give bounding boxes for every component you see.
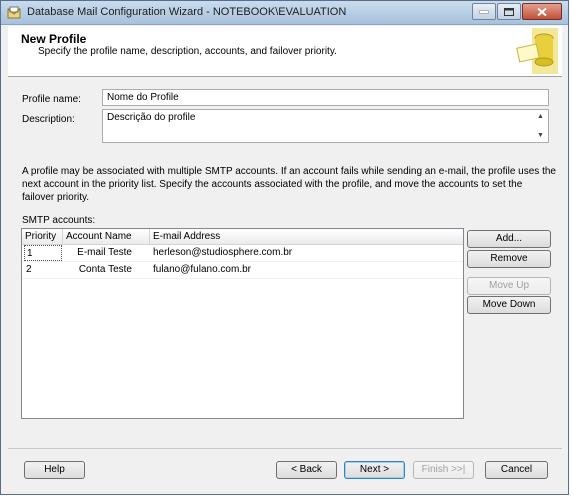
close-icon xyxy=(537,7,547,16)
scroll-up-icon[interactable]: ▲ xyxy=(537,113,544,120)
description-text: Descrição do profile xyxy=(107,112,196,123)
window-title: Database Mail Configuration Wizard - NOT… xyxy=(27,6,347,18)
description-scrollbar[interactable]: ▲ ▼ xyxy=(535,111,547,141)
close-button[interactable] xyxy=(522,3,562,20)
smtp-accounts-label: SMTP accounts: xyxy=(22,215,96,226)
description-label: Description: xyxy=(22,114,75,125)
finish-button[interactable]: Finish >>| xyxy=(413,461,474,479)
column-header-priority[interactable]: Priority xyxy=(22,229,63,244)
maximize-icon xyxy=(504,7,514,16)
table-row[interactable]: 2 Conta Teste fulano@fulano.com.br xyxy=(22,262,463,279)
cell-account-name: E-mail Teste xyxy=(77,247,132,258)
page-subtitle: Specify the profile name, description, a… xyxy=(38,46,337,57)
profile-name-label: Profile name: xyxy=(22,94,81,105)
wizard-window: Database Mail Configuration Wizard - NOT… xyxy=(0,0,569,495)
scroll-down-icon[interactable]: ▼ xyxy=(537,132,544,139)
next-button[interactable]: Next > xyxy=(344,461,405,479)
window-controls xyxy=(471,3,562,21)
database-mail-icon xyxy=(7,6,21,19)
table-row[interactable]: 1 E-mail Teste herleson@studiosphere.com… xyxy=(22,245,463,262)
column-header-email[interactable]: E-mail Address xyxy=(150,229,463,244)
cell-email: fulano@fulano.com.br xyxy=(153,264,251,275)
grid-header: Priority Account Name E-mail Address xyxy=(22,229,463,245)
back-button[interactable]: < Back xyxy=(276,461,337,479)
cell-email: herleson@studiosphere.com.br xyxy=(153,247,293,258)
wizard-header: New Profile Specify the profile name, de… xyxy=(8,26,562,77)
help-button[interactable]: Help xyxy=(24,461,85,479)
cell-priority: 1 xyxy=(24,245,62,261)
cell-account-name: Conta Teste xyxy=(78,264,132,275)
page-title: New Profile xyxy=(21,32,87,46)
minimize-button[interactable] xyxy=(472,3,496,20)
smtp-accounts-grid[interactable]: Priority Account Name E-mail Address 1 E… xyxy=(21,228,464,419)
column-header-account-name[interactable]: Account Name xyxy=(63,229,150,244)
move-down-button[interactable]: Move Down xyxy=(467,296,551,314)
info-text: A profile may be associated with multipl… xyxy=(22,166,556,203)
cell-priority: 2 xyxy=(26,264,32,275)
description-input[interactable]: Descrição do profile ▲ ▼ xyxy=(102,109,549,143)
title-bar: Database Mail Configuration Wizard - NOT… xyxy=(1,1,568,25)
add-button[interactable]: Add... xyxy=(467,230,551,248)
footer-divider xyxy=(8,448,562,449)
wizard-banner-icon xyxy=(516,28,558,74)
move-up-button[interactable]: Move Up xyxy=(467,277,551,295)
remove-button[interactable]: Remove xyxy=(467,250,551,268)
maximize-button[interactable] xyxy=(497,3,521,20)
minimize-icon xyxy=(479,10,489,13)
cancel-button[interactable]: Cancel xyxy=(485,461,548,479)
profile-name-input[interactable]: Nome do Profile xyxy=(102,89,549,106)
